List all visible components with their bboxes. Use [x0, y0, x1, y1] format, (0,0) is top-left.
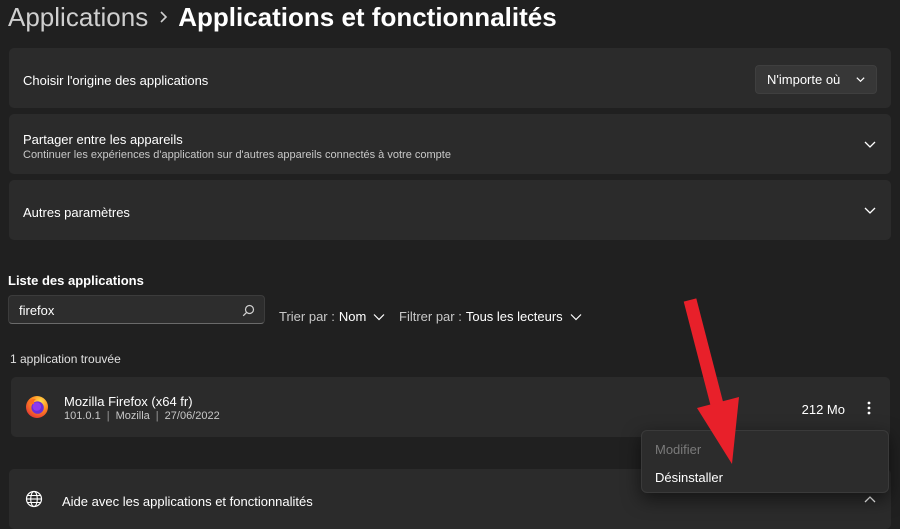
app-list-heading: Liste des applications: [8, 273, 144, 288]
chevron-down-icon: [570, 313, 582, 320]
share-across-devices-label: Partager entre les appareils: [23, 132, 183, 147]
page-title: Applications et fonctionnalités: [178, 1, 557, 32]
search-input[interactable]: [19, 301, 229, 319]
sort-dropdown[interactable]: Trier par : Nom: [279, 309, 385, 324]
sort-label: Trier par :: [279, 309, 335, 324]
menu-item-uninstall[interactable]: Désinstaller: [655, 470, 723, 485]
app-name: Mozilla Firefox (x64 fr): [64, 394, 193, 409]
meta-separator: |: [155, 410, 159, 422]
search-icon[interactable]: [242, 304, 255, 317]
app-version: 101.0.1: [64, 410, 101, 422]
app-meta: 101.0.1 | Mozilla | 27/06/2022: [64, 410, 220, 422]
sort-value: Nom: [338, 309, 367, 324]
other-settings-label: Autres paramètres: [23, 205, 130, 220]
help-label: Aide avec les applications et fonctionna…: [62, 494, 313, 509]
app-context-menu: Modifier Désinstaller: [641, 430, 889, 493]
app-origin-dropdown[interactable]: N'importe où: [755, 65, 877, 94]
app-date: 27/06/2022: [164, 410, 220, 422]
chevron-right-icon: [148, 10, 178, 24]
chevron-down-icon: [864, 141, 876, 148]
chevron-up-icon: [864, 496, 876, 503]
more-options-icon[interactable]: [862, 400, 876, 416]
breadcrumb-parent[interactable]: Applications: [8, 2, 148, 33]
app-origin-value: N'importe où: [767, 72, 841, 87]
filter-dropdown[interactable]: Filtrer par : Tous les lecteurs: [399, 309, 582, 324]
firefox-icon: [26, 396, 48, 418]
chevron-down-icon: [373, 313, 385, 320]
share-across-devices-description: Continuer les expériences d'application …: [23, 149, 451, 161]
app-publisher: Mozilla: [115, 410, 150, 422]
breadcrumb: Applications Applications et fonctionnal…: [8, 0, 557, 34]
meta-separator: |: [106, 410, 110, 422]
globe-icon: [25, 490, 43, 508]
app-origin-label: Choisir l'origine des applications: [23, 73, 209, 88]
search-box[interactable]: [8, 295, 265, 324]
result-count: 1 application trouvée: [10, 352, 121, 366]
chevron-down-icon: [856, 77, 865, 83]
filter-label: Filtrer par :: [399, 309, 462, 324]
annotation-arrow: [683, 298, 739, 464]
filter-value: Tous les lecteurs: [465, 309, 563, 324]
list-item: Mozilla Firefox (x64 fr) 101.0.1 | Mozilla…: [11, 377, 890, 437]
share-across-devices-setting[interactable]: Partager entre les appareils Continuer l…: [9, 114, 891, 174]
other-settings[interactable]: Autres paramètres: [9, 180, 891, 240]
chevron-down-icon: [864, 207, 876, 214]
app-size: 212 Mo: [801, 402, 845, 417]
